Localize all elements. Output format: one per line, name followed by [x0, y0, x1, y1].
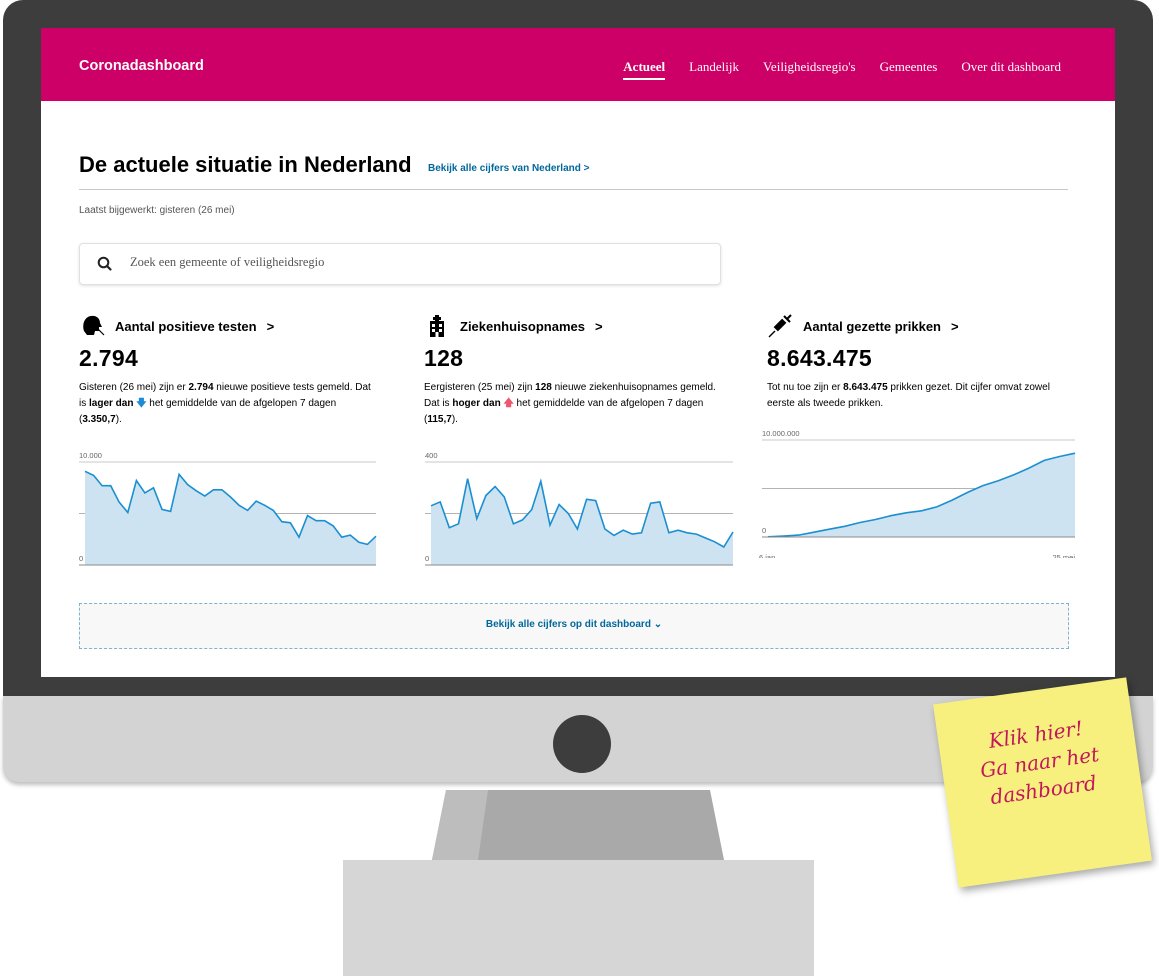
y-axis-zero-label: 0	[425, 554, 429, 563]
tile-vaccinations: Aantal gezette prikken > 8.643.475 Tot n…	[767, 311, 1067, 412]
hospital-icon	[430, 315, 444, 337]
virus-test-icon	[83, 315, 105, 336]
screen: Coronadashboard Actueel Landelijk Veilig…	[41, 28, 1115, 677]
brand-title[interactable]: Coronadashboard	[79, 58, 204, 74]
tile-value: 8.643.475	[767, 345, 873, 371]
x-axis-end-label: 25 mei	[1052, 553, 1075, 558]
nav-item-gemeentes[interactable]: Gemeentes	[880, 59, 938, 75]
tile-header[interactable]: Ziekenhuisopnames >	[424, 311, 724, 341]
tile-title[interactable]: Aantal positieve testen	[115, 319, 257, 334]
nav-item-actueel[interactable]: Actueel	[623, 59, 665, 80]
chart-area	[85, 471, 376, 565]
search-input[interactable]	[130, 255, 690, 270]
monitor-base	[343, 860, 814, 976]
chart-area	[431, 478, 733, 565]
tile-hospital-admissions: Ziekenhuisopnames > 128 Eergisteren (25 …	[424, 311, 724, 428]
chart-hospital-admissions: 400 0 22 apr 25 mei	[419, 451, 734, 578]
tile-value: 128	[424, 345, 464, 371]
tile-header[interactable]: Aantal positieve testen >	[79, 311, 379, 341]
show-all-figures-link[interactable]: Bekijk alle cijfers op dit dashboard ⌄	[80, 619, 1068, 630]
x-axis-start-label: 22 apr	[419, 577, 441, 578]
monitor-stand	[432, 790, 724, 860]
show-all-figures-box[interactable]: Bekijk alle cijfers op dit dashboard ⌄	[79, 603, 1069, 649]
chevron-down-icon: ⌄	[653, 619, 663, 630]
arrow-down-icon: 🡇	[136, 398, 147, 409]
x-axis-end-label: 25 mei	[710, 577, 733, 578]
chart-positive-tests: 10.000 0 22 apr gisteren	[79, 451, 377, 578]
search-icon	[97, 256, 112, 271]
y-axis-zero-label: 0	[79, 554, 83, 563]
x-axis-end-label: gisteren	[349, 577, 376, 578]
y-axis-top-label: 400	[425, 451, 438, 460]
tile-title[interactable]: Aantal gezette prikken	[803, 319, 941, 334]
monitor-logo-dot	[553, 715, 611, 773]
tile-title[interactable]: Ziekenhuisopnames	[460, 319, 585, 334]
nav-item-veiligheidsregios[interactable]: Veiligheidsregio's	[763, 59, 856, 75]
sticky-note-text[interactable]: Klik hier! Ga naar het dashboard	[937, 707, 1142, 817]
main-nav: Actueel Landelijk Veiligheidsregio's Gem…	[623, 59, 1061, 80]
chart-vaccinations: 10.000.000 0 6 jan 25 mei	[759, 429, 1075, 558]
view-netherlands-link[interactable]: Bekijk alle cijfers van Nederland >	[428, 163, 589, 174]
last-updated-text: Laatst bijgewerkt: gisteren (26 mei)	[79, 205, 235, 216]
top-navigation-bar: Coronadashboard Actueel Landelijk Veilig…	[41, 28, 1115, 101]
tile-value: 2.794	[79, 345, 139, 371]
sticky-note[interactable]: Klik hier! Ga naar het dashboard	[933, 677, 1152, 888]
nav-item-landelijk[interactable]: Landelijk	[689, 59, 739, 75]
chevron-right-icon: >	[594, 318, 603, 334]
y-axis-top-label: 10.000.000	[762, 429, 800, 438]
syringe-icon	[768, 314, 792, 338]
x-axis-start-label: 22 apr	[79, 577, 101, 578]
y-axis-top-label: 10.000	[79, 451, 102, 460]
page-title: De actuele situatie in Nederland	[79, 152, 412, 177]
tile-description: Gisteren (26 mei) zijn er 2.794 nieuwe p…	[79, 382, 371, 425]
x-axis-start-label: 6 jan	[759, 553, 775, 558]
title-divider	[79, 189, 1068, 190]
search-box	[79, 243, 721, 285]
tile-description: Tot nu toe zijn er 8.643.475 prikken gez…	[767, 382, 1050, 409]
tile-description: Eergisteren (25 mei) zijn 128 nieuwe zie…	[424, 382, 716, 425]
arrow-up-icon: 🡅	[503, 398, 514, 409]
chevron-right-icon: >	[266, 318, 275, 334]
y-axis-zero-label: 0	[762, 526, 766, 535]
chart-area	[768, 453, 1075, 537]
chevron-right-icon: >	[951, 318, 959, 334]
tile-header[interactable]: Aantal gezette prikken >	[767, 311, 1067, 341]
nav-item-over-dit-dashboard[interactable]: Over dit dashboard	[961, 59, 1061, 75]
tile-positive-tests: Aantal positieve testen > 2.794 Gisteren…	[79, 311, 379, 428]
